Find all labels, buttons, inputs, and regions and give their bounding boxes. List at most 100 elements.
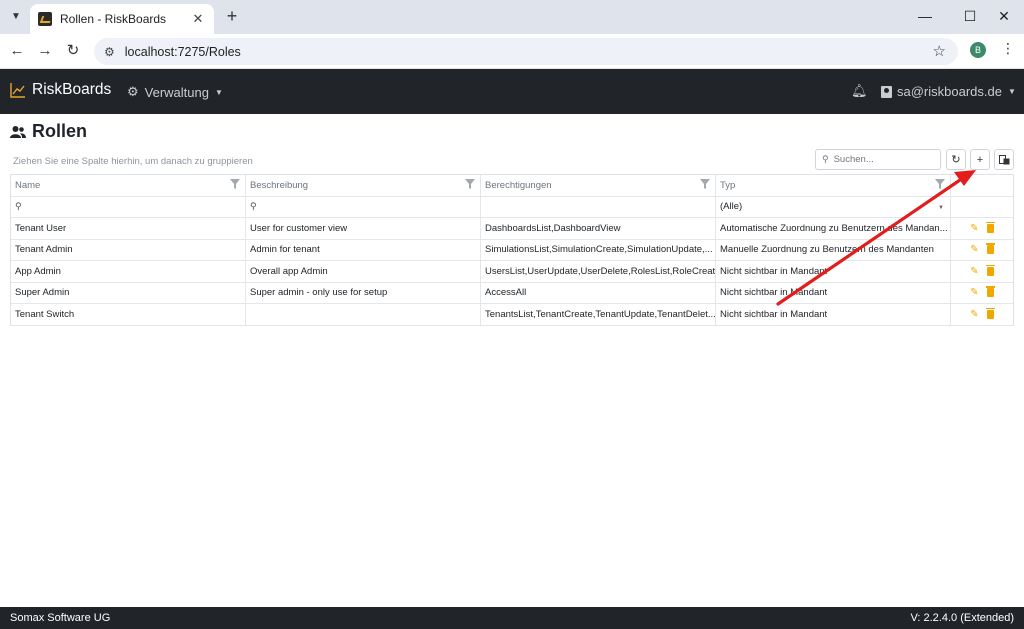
- column-header-actions: [951, 175, 1013, 196]
- forward-button[interactable]: →: [34, 40, 56, 62]
- trend-chart-icon: [10, 83, 25, 98]
- url-text[interactable]: localhost:7275/Roles: [125, 45, 241, 59]
- cell-description: Super admin - only use for setup: [246, 282, 481, 303]
- permissions-text: DashboardsList,DashboardView: [485, 222, 621, 234]
- delete-trash-icon[interactable]: [985, 243, 995, 255]
- new-tab-button[interactable]: +: [222, 6, 242, 26]
- close-icon[interactable]: ✕: [190, 11, 206, 27]
- delete-trash-icon[interactable]: [985, 221, 995, 233]
- column-header-label: Typ: [720, 179, 736, 191]
- table-row[interactable]: App Admin Overall app Admin UsersList,Us…: [11, 261, 1013, 283]
- user-menu[interactable]: sa@riskboards.de ▼: [881, 84, 1016, 99]
- minimize-icon: —: [918, 8, 932, 24]
- column-header-typ[interactable]: Typ: [716, 175, 951, 196]
- browser-tabstrip: ▼ Rollen - RiskBoards ✕ + — ☐ ✕: [0, 0, 1024, 34]
- tab-title: Rollen - RiskBoards: [60, 12, 167, 26]
- delete-trash-icon[interactable]: [985, 286, 995, 298]
- grid-search-input[interactable]: [833, 154, 934, 165]
- app-footer: Somax Software UG V: 2.2.4.0 (Extended): [0, 607, 1024, 629]
- filter-cell-beschreibung[interactable]: ⚲: [246, 196, 481, 217]
- filter-icon[interactable]: [230, 179, 240, 189]
- browser-menu-icon[interactable]: ⋮: [1001, 40, 1015, 57]
- filter-cell-name[interactable]: ⚲: [11, 196, 246, 217]
- back-button[interactable]: ←: [6, 40, 28, 62]
- browser-tab-active[interactable]: Rollen - RiskBoards ✕: [30, 4, 214, 34]
- users-icon: [10, 125, 26, 138]
- maximize-button[interactable]: ☐: [960, 6, 980, 26]
- column-header-name[interactable]: Name: [11, 175, 246, 196]
- edit-pencil-icon[interactable]: ✎: [970, 244, 978, 255]
- footer-version: V: 2.2.4.0 (Extended): [910, 612, 1014, 624]
- column-header-berechtigungen[interactable]: Berechtigungen: [481, 175, 716, 196]
- cell-permissions: SimulationsList,SimulationCreate,Simulat…: [481, 239, 716, 260]
- add-role-button[interactable]: +: [970, 149, 990, 170]
- column-header-beschreibung[interactable]: Beschreibung: [246, 175, 481, 196]
- arrow-left-icon: ←: [9, 42, 25, 59]
- edit-pencil-icon[interactable]: ✎: [970, 287, 978, 298]
- type-text: Nicht sichtbar in Mandant: [720, 287, 828, 299]
- profile-avatar[interactable]: B: [970, 42, 986, 58]
- filter-icon[interactable]: [465, 179, 475, 189]
- cell-type: Manuelle Zuordnung zu Benutzern des Mand…: [716, 239, 951, 260]
- user-email: sa@riskboards.de: [897, 84, 1002, 99]
- caret-down-icon: ▼: [214, 87, 223, 97]
- filter-select-value: (Alle): [720, 201, 743, 213]
- brand-name: RiskBoards: [32, 81, 112, 98]
- cell-name: Tenant User: [11, 218, 246, 239]
- permissions-text: SimulationsList,SimulationCreate,Simulat…: [485, 244, 713, 256]
- reload-icon: ↻: [66, 42, 80, 59]
- type-text: Manuelle Zuordnung zu Benutzern des Mand…: [720, 244, 934, 256]
- chevron-down-icon: ▼: [938, 204, 944, 211]
- edit-pencil-icon[interactable]: ✎: [970, 223, 978, 234]
- column-header-label: Name: [15, 179, 41, 191]
- search-icon: ⚲: [822, 154, 829, 164]
- column-header-label: Berechtigungen: [485, 179, 552, 191]
- site-settings-icon[interactable]: ⚙: [104, 45, 115, 59]
- close-window-button[interactable]: ✕: [994, 6, 1014, 26]
- table-row[interactable]: Tenant Admin Admin for tenant Simulation…: [11, 239, 1013, 261]
- table-row[interactable]: Super Admin Super admin - only use for s…: [11, 282, 1013, 304]
- group-panel-hint[interactable]: Ziehen Sie eine Spalte hierhin, um danac…: [13, 156, 253, 167]
- cell-actions: ✎: [951, 283, 1013, 304]
- filter-cell-berechtigungen[interactable]: [481, 196, 716, 217]
- tab-search-button[interactable]: ▼: [6, 6, 26, 26]
- type-text: Nicht sichtbar in Mandant: [720, 308, 828, 320]
- bell-icon[interactable]: 🔔︎: [851, 83, 868, 99]
- type-text: Automatische Zuordnung zu Benutzern des …: [720, 222, 948, 234]
- cell-description: [246, 304, 481, 325]
- filter-icon[interactable]: [700, 179, 710, 189]
- refresh-button[interactable]: ↻: [946, 149, 966, 170]
- verwaltung-label: Verwaltung: [144, 84, 209, 100]
- permissions-text: TenantsList,TenantCreate,TenantUpdate,Te…: [485, 308, 716, 320]
- browser-toolbar: ← → ↻ ⚙ localhost:7275/Roles ☆: [0, 34, 1024, 69]
- cell-actions: ✎: [951, 261, 1013, 282]
- table-row[interactable]: Tenant Switch TenantsList,TenantCreate,T…: [11, 304, 1013, 326]
- caret-down-icon: ▼: [1007, 87, 1016, 96]
- permissions-text: UsersList,UserUpdate,UserDelete,RolesLis…: [485, 265, 716, 277]
- edit-pencil-icon[interactable]: ✎: [970, 266, 978, 277]
- filter-icon[interactable]: [935, 179, 945, 189]
- cell-type: Nicht sichtbar in Mandant: [716, 261, 951, 282]
- cell-actions: ✎: [951, 240, 1013, 261]
- cell-type: Nicht sichtbar in Mandant: [716, 304, 951, 325]
- search-icon: ⚲: [15, 201, 22, 212]
- grid-header-row: Name Beschreibung Berechtigungen Typ: [11, 175, 1013, 197]
- brand-link[interactable]: RiskBoards: [10, 81, 111, 99]
- refresh-icon: ↻: [951, 154, 961, 166]
- edit-pencil-icon[interactable]: ✎: [970, 309, 978, 320]
- cell-actions: ✎: [951, 218, 1013, 239]
- verwaltung-menu[interactable]: ⚙ Verwaltung ▼: [127, 84, 223, 100]
- address-bar[interactable]: ⚙ localhost:7275/Roles ☆: [94, 38, 958, 65]
- filter-select-typ[interactable]: (Alle) ▼: [716, 196, 951, 217]
- table-row[interactable]: Tenant User User for customer view Dashb…: [11, 218, 1013, 240]
- delete-trash-icon[interactable]: [985, 307, 995, 319]
- column-chooser-button[interactable]: [994, 149, 1014, 170]
- cell-permissions: UsersList,UserUpdate,UserDelete,RolesLis…: [481, 261, 716, 282]
- delete-trash-icon[interactable]: [985, 264, 995, 276]
- reload-button[interactable]: ↻: [62, 40, 84, 62]
- minimize-button[interactable]: —: [915, 6, 935, 26]
- grid-search-box[interactable]: ⚲: [815, 149, 941, 170]
- cell-name: Tenant Switch: [11, 304, 246, 325]
- bookmark-star-icon[interactable]: ☆: [933, 42, 946, 60]
- type-text: Nicht sichtbar in Mandant: [720, 265, 828, 277]
